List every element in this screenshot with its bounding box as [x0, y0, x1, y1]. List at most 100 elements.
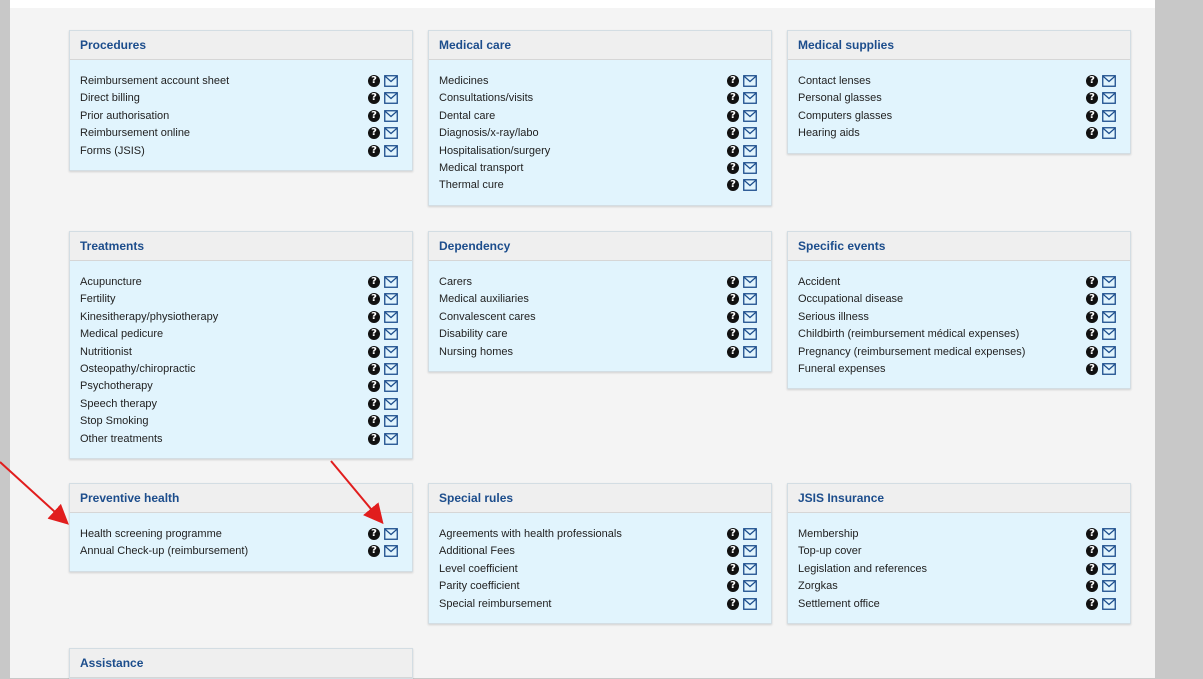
- item-link[interactable]: Accident: [798, 276, 840, 288]
- item-link[interactable]: Serious illness: [798, 311, 869, 323]
- question-circle-icon[interactable]: ?: [368, 328, 380, 341]
- question-circle-icon[interactable]: ?: [727, 597, 739, 610]
- item-link[interactable]: Thermal cure: [439, 179, 504, 191]
- item-link[interactable]: Disability care: [439, 328, 507, 340]
- envelope-icon[interactable]: [384, 144, 398, 157]
- question-circle-icon[interactable]: ?: [1086, 562, 1098, 575]
- item-link[interactable]: Diagnosis/x-ray/labo: [439, 127, 539, 139]
- item-link[interactable]: Dental care: [439, 110, 495, 122]
- question-circle-icon[interactable]: ?: [368, 75, 380, 87]
- item-link[interactable]: Consultations/visits: [439, 92, 533, 104]
- question-circle-icon[interactable]: ?: [1086, 109, 1098, 122]
- question-circle-icon[interactable]: ?: [368, 380, 380, 393]
- question-circle-icon[interactable]: ?: [1086, 345, 1098, 358]
- question-circle-icon[interactable]: ?: [727, 310, 739, 323]
- question-circle-icon[interactable]: ?: [1086, 580, 1098, 593]
- envelope-icon[interactable]: [1102, 345, 1116, 358]
- envelope-icon[interactable]: [743, 580, 757, 593]
- question-circle-icon[interactable]: ?: [368, 345, 380, 358]
- item-link[interactable]: Osteopathy/chiropractic: [80, 363, 196, 375]
- envelope-icon[interactable]: [743, 92, 757, 105]
- item-link[interactable]: Other treatments: [80, 433, 163, 445]
- item-link[interactable]: Occupational disease: [798, 293, 903, 305]
- item-link[interactable]: Hearing aids: [798, 127, 860, 139]
- item-link[interactable]: Funeral expenses: [798, 363, 885, 375]
- question-circle-icon[interactable]: ?: [1086, 127, 1098, 140]
- item-link[interactable]: Medical auxiliaries: [439, 293, 529, 305]
- question-circle-icon[interactable]: ?: [368, 92, 380, 105]
- envelope-icon[interactable]: [384, 545, 398, 558]
- question-circle-icon[interactable]: ?: [368, 109, 380, 122]
- question-circle-icon[interactable]: ?: [368, 127, 380, 140]
- item-link[interactable]: Annual Check-up (reimbursement): [80, 545, 248, 557]
- envelope-icon[interactable]: [743, 528, 757, 540]
- item-link[interactable]: Additional Fees: [439, 545, 515, 557]
- item-link[interactable]: Forms (JSIS): [80, 145, 145, 157]
- question-circle-icon[interactable]: ?: [368, 144, 380, 157]
- envelope-icon[interactable]: [743, 597, 757, 610]
- item-link[interactable]: Hospitalisation/surgery: [439, 145, 550, 157]
- item-link[interactable]: Top-up cover: [798, 545, 862, 557]
- item-link[interactable]: Reimbursement account sheet: [80, 75, 229, 87]
- question-circle-icon[interactable]: ?: [727, 528, 739, 540]
- envelope-icon[interactable]: [384, 310, 398, 323]
- question-circle-icon[interactable]: ?: [1086, 92, 1098, 105]
- item-link[interactable]: Medical transport: [439, 162, 523, 174]
- item-link[interactable]: Convalescent cares: [439, 311, 536, 323]
- envelope-icon[interactable]: [1102, 310, 1116, 323]
- envelope-icon[interactable]: [1102, 276, 1116, 288]
- item-link[interactable]: Settlement office: [798, 598, 880, 610]
- question-circle-icon[interactable]: ?: [1086, 362, 1098, 375]
- envelope-icon[interactable]: [384, 127, 398, 140]
- question-circle-icon[interactable]: ?: [368, 528, 380, 540]
- question-circle-icon[interactable]: ?: [727, 144, 739, 157]
- question-circle-icon[interactable]: ?: [368, 415, 380, 428]
- question-circle-icon[interactable]: ?: [727, 127, 739, 140]
- item-link[interactable]: Personal glasses: [798, 92, 882, 104]
- item-link[interactable]: Special reimbursement: [439, 598, 552, 610]
- item-link[interactable]: Carers: [439, 276, 472, 288]
- envelope-icon[interactable]: [743, 162, 757, 174]
- item-link[interactable]: Zorgkas: [798, 580, 838, 592]
- question-circle-icon[interactable]: ?: [368, 293, 380, 306]
- envelope-icon[interactable]: [1102, 127, 1116, 140]
- item-link[interactable]: Speech therapy: [80, 398, 157, 410]
- envelope-icon[interactable]: [384, 380, 398, 393]
- question-circle-icon[interactable]: ?: [1086, 545, 1098, 558]
- question-circle-icon[interactable]: ?: [727, 179, 739, 192]
- item-link[interactable]: Childbirth (reimbursement médical expens…: [798, 328, 1019, 340]
- question-circle-icon[interactable]: ?: [1086, 293, 1098, 306]
- item-link[interactable]: Acupuncture: [80, 276, 142, 288]
- envelope-icon[interactable]: [743, 75, 757, 87]
- question-circle-icon[interactable]: ?: [727, 161, 739, 174]
- question-circle-icon[interactable]: ?: [368, 545, 380, 558]
- envelope-icon[interactable]: [1102, 580, 1116, 593]
- item-link[interactable]: Contact lenses: [798, 75, 871, 87]
- envelope-icon[interactable]: [743, 562, 757, 575]
- envelope-icon[interactable]: [1102, 562, 1116, 575]
- question-circle-icon[interactable]: ?: [727, 293, 739, 306]
- envelope-icon[interactable]: [1102, 328, 1116, 341]
- item-link[interactable]: Agreements with health professionals: [439, 528, 622, 540]
- item-link[interactable]: Medical pedicure: [80, 328, 163, 340]
- item-link[interactable]: Membership: [798, 528, 859, 540]
- envelope-icon[interactable]: [743, 109, 757, 122]
- item-link[interactable]: Fertility: [80, 293, 115, 305]
- item-link[interactable]: Nutritionist: [80, 346, 132, 358]
- item-link[interactable]: Nursing homes: [439, 346, 513, 358]
- envelope-icon[interactable]: [1102, 545, 1116, 558]
- envelope-icon[interactable]: [1102, 528, 1116, 540]
- question-circle-icon[interactable]: ?: [1086, 597, 1098, 610]
- item-link[interactable]: Medicines: [439, 75, 489, 87]
- question-circle-icon[interactable]: ?: [727, 562, 739, 575]
- envelope-icon[interactable]: [384, 432, 398, 445]
- item-link[interactable]: Prior authorisation: [80, 110, 169, 122]
- envelope-icon[interactable]: [743, 310, 757, 323]
- question-circle-icon[interactable]: ?: [727, 109, 739, 122]
- question-circle-icon[interactable]: ?: [727, 92, 739, 105]
- question-circle-icon[interactable]: ?: [368, 362, 380, 375]
- question-circle-icon[interactable]: ?: [1086, 328, 1098, 341]
- envelope-icon[interactable]: [1102, 597, 1116, 610]
- envelope-icon[interactable]: [384, 109, 398, 122]
- question-circle-icon[interactable]: ?: [368, 432, 380, 445]
